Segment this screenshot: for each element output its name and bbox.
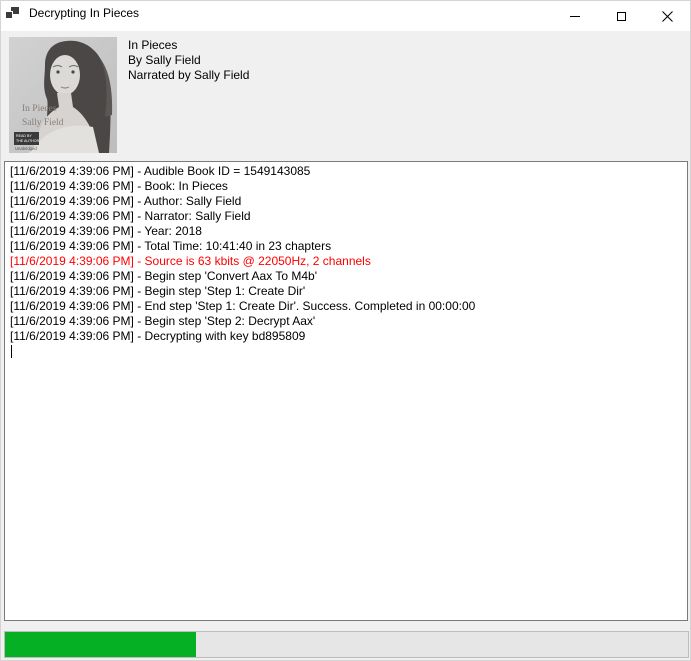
- caption-buttons: [552, 1, 690, 31]
- log-line: [11/6/2019 4:39:06 PM] - Begin step 'Ste…: [10, 314, 683, 329]
- cover-portrait-face: [50, 55, 80, 95]
- progress-fill: [5, 632, 196, 657]
- log-line: [11/6/2019 4:39:06 PM] - Book: In Pieces: [10, 179, 683, 194]
- book-narrator: Narrated by Sally Field: [128, 68, 249, 83]
- log-line: [11/6/2019 4:39:06 PM] - End step 'Step …: [10, 299, 683, 314]
- minimize-button[interactable]: [552, 1, 598, 31]
- log-line: [11/6/2019 4:39:06 PM] - Year: 2018: [10, 224, 683, 239]
- window-title: Decrypting In Pieces: [29, 6, 139, 20]
- minimize-icon: [570, 16, 580, 17]
- book-title: In Pieces: [128, 38, 249, 53]
- cover-title-text: In Pieces: [22, 104, 57, 114]
- maximize-button[interactable]: [598, 1, 644, 31]
- cover-edition-text: Unabridged: [15, 146, 37, 151]
- book-cover-image: In Pieces Sally Field READ BY THE AUTHOR…: [9, 37, 117, 153]
- app-icon[interactable]: [6, 6, 19, 19]
- log-line: [11/6/2019 4:39:06 PM] - Total Time: 10:…: [10, 239, 683, 254]
- progress-bar: [4, 631, 689, 658]
- log-line: [11/6/2019 4:39:06 PM] - Decrypting with…: [10, 329, 683, 344]
- log-line: [11/6/2019 4:39:06 PM] - Narrator: Sally…: [10, 209, 683, 224]
- log-line: [11/6/2019 4:39:06 PM] - Audible Book ID…: [10, 164, 683, 179]
- close-icon: [662, 11, 673, 22]
- cover-author-text: Sally Field: [22, 118, 64, 128]
- log-line: [11/6/2019 4:39:06 PM] - Author: Sally F…: [10, 194, 683, 209]
- title-bar[interactable]: Decrypting In Pieces: [1, 1, 690, 31]
- book-info: In Pieces By Sally Field Narrated by Sal…: [128, 38, 249, 83]
- log-line: [11/6/2019 4:39:06 PM] - Begin step 'Con…: [10, 269, 683, 284]
- log-line: [11/6/2019 4:39:06 PM] - Source is 63 kb…: [10, 254, 683, 269]
- log-textbox[interactable]: [11/6/2019 4:39:06 PM] - Audible Book ID…: [4, 161, 688, 621]
- cover-badge-line1: READ BY: [16, 134, 32, 138]
- app-window: Decrypting In Pieces: [0, 0, 691, 661]
- close-button[interactable]: [644, 1, 690, 31]
- cover-badge-line2: THE AUTHOR: [16, 139, 40, 143]
- maximize-icon: [617, 12, 626, 21]
- log-line: [11/6/2019 4:39:06 PM] - Begin step 'Ste…: [10, 284, 683, 299]
- text-caret: [11, 345, 12, 358]
- book-author: By Sally Field: [128, 53, 249, 68]
